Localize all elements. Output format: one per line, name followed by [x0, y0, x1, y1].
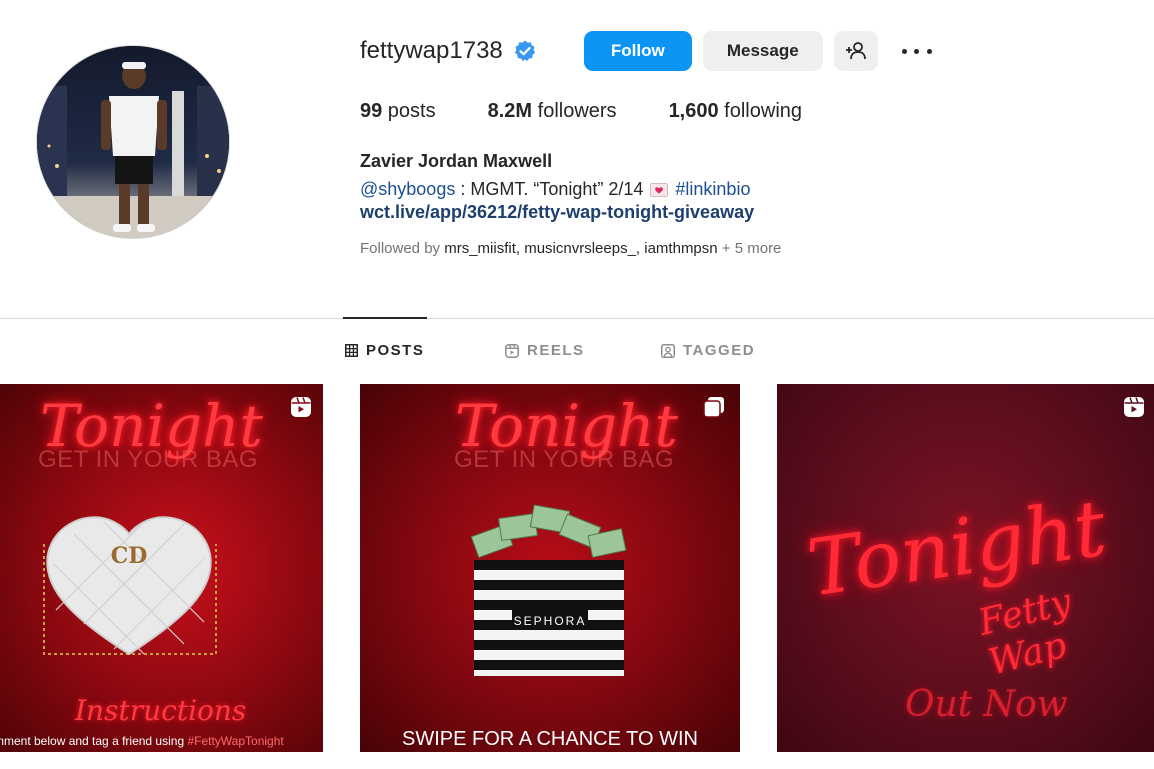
avatar-photo — [37, 46, 229, 238]
profile-stats: 99 posts 8.2M followers 1,600 following — [360, 100, 1060, 123]
posts-label: posts — [382, 100, 436, 122]
tabs-divider — [0, 318, 1154, 319]
message-button[interactable]: Message — [702, 31, 823, 71]
post-3-footer: Out Now — [905, 684, 1068, 725]
profile-bio: @shyboogs : MGMT. “Tonight” 2/14 #linkin… — [360, 178, 1060, 200]
post-2-footer: SWIPE FOR A CHANCE TO WIN — [402, 728, 698, 750]
reel-icon — [291, 397, 311, 417]
following-count: 1,600 — [668, 100, 719, 122]
followers-count: 8.2M — [487, 100, 533, 122]
bio-text: : MGMT. “Tonight” 2/14 — [455, 179, 649, 199]
followed-by-more: + 5 more — [717, 240, 782, 257]
profile-username: fettywap1738 — [360, 37, 503, 64]
profile-info: fettywap1738 Follow Message 99 posts 8.2… — [360, 30, 1060, 257]
bio-mention-link[interactable]: @shyboogs — [360, 179, 455, 199]
svg-text:CD: CD — [111, 543, 148, 569]
suggest-accounts-button[interactable] — [833, 31, 878, 71]
posts-stat: 99 posts — [360, 100, 436, 123]
active-tab-indicator — [343, 317, 427, 319]
reel-icon — [1124, 397, 1144, 417]
followers-stat[interactable]: 8.2M followers — [488, 100, 617, 123]
profile-tabs: POSTS REELS TAGGED — [0, 342, 1154, 362]
tab-tagged[interactable]: TAGGED — [661, 342, 755, 359]
post-tile-1[interactable]: Tonight GET IN YOUR BAG CD Instructions … — [0, 384, 323, 752]
post-2-subtitle: GET IN YOUR BAG — [454, 446, 674, 473]
following-stat[interactable]: 1,600 following — [669, 100, 802, 123]
tab-posts[interactable]: POSTS — [345, 342, 424, 359]
post-tile-2[interactable]: Tonight GET IN YOUR BAG SEPHORA SWIPE FO… — [360, 384, 740, 752]
post-1-caption: mment below and tag a friend using #Fett… — [0, 734, 284, 748]
follow-button[interactable]: Follow — [583, 31, 692, 71]
profile-full-name: Zavier Jordan Maxwell — [360, 151, 553, 171]
bio-hashtag-link[interactable]: #linkinbio — [675, 179, 750, 199]
post-1-caption-text: mment below and tag a friend using — [0, 734, 188, 748]
love-letter-icon — [650, 183, 669, 198]
profile-avatar[interactable] — [36, 45, 230, 239]
verified-badge-icon — [514, 40, 535, 61]
post-1-heading: Instructions — [75, 694, 247, 727]
tagged-person-icon — [661, 343, 675, 358]
followers-label: followers — [532, 100, 617, 122]
tab-reels[interactable]: REELS — [505, 342, 585, 359]
heart-bag-image: CD — [43, 516, 217, 656]
more-options-icon[interactable] — [901, 41, 932, 61]
profile-website-link[interactable]: wct.live/app/36212/fetty-wap-tonight-giv… — [360, 200, 1060, 224]
followed-by-prefix: Followed by — [360, 240, 445, 257]
post-tile-3[interactable]: Tonight Fetty Wap Out Now — [777, 384, 1154, 752]
following-label: following — [718, 100, 803, 122]
profile-action-row: fettywap1738 Follow Message — [360, 30, 1060, 72]
carousel-icon — [703, 397, 724, 418]
add-person-icon — [845, 42, 866, 60]
reels-icon — [505, 343, 519, 358]
followed-by[interactable]: Followed by mrs_miisfit, musicnvrsleeps_… — [360, 240, 1060, 257]
post-2-bag-brand: SEPHORA — [514, 614, 587, 628]
post-1-caption-tag: #FettyWapTonight — [187, 734, 284, 748]
followed-by-names: mrs_miisfit, musicnvrsleeps_, iamthmpsn — [444, 240, 718, 257]
tab-posts-label: POSTS — [366, 342, 425, 359]
shopping-bag-image: SEPHORA — [470, 504, 627, 676]
tab-reels-label: REELS — [527, 342, 585, 359]
posts-count: 99 — [360, 100, 383, 122]
grid-icon — [345, 344, 358, 357]
tab-tagged-label: TAGGED — [683, 342, 756, 359]
post-1-subtitle: GET IN YOUR BAG — [38, 446, 258, 473]
